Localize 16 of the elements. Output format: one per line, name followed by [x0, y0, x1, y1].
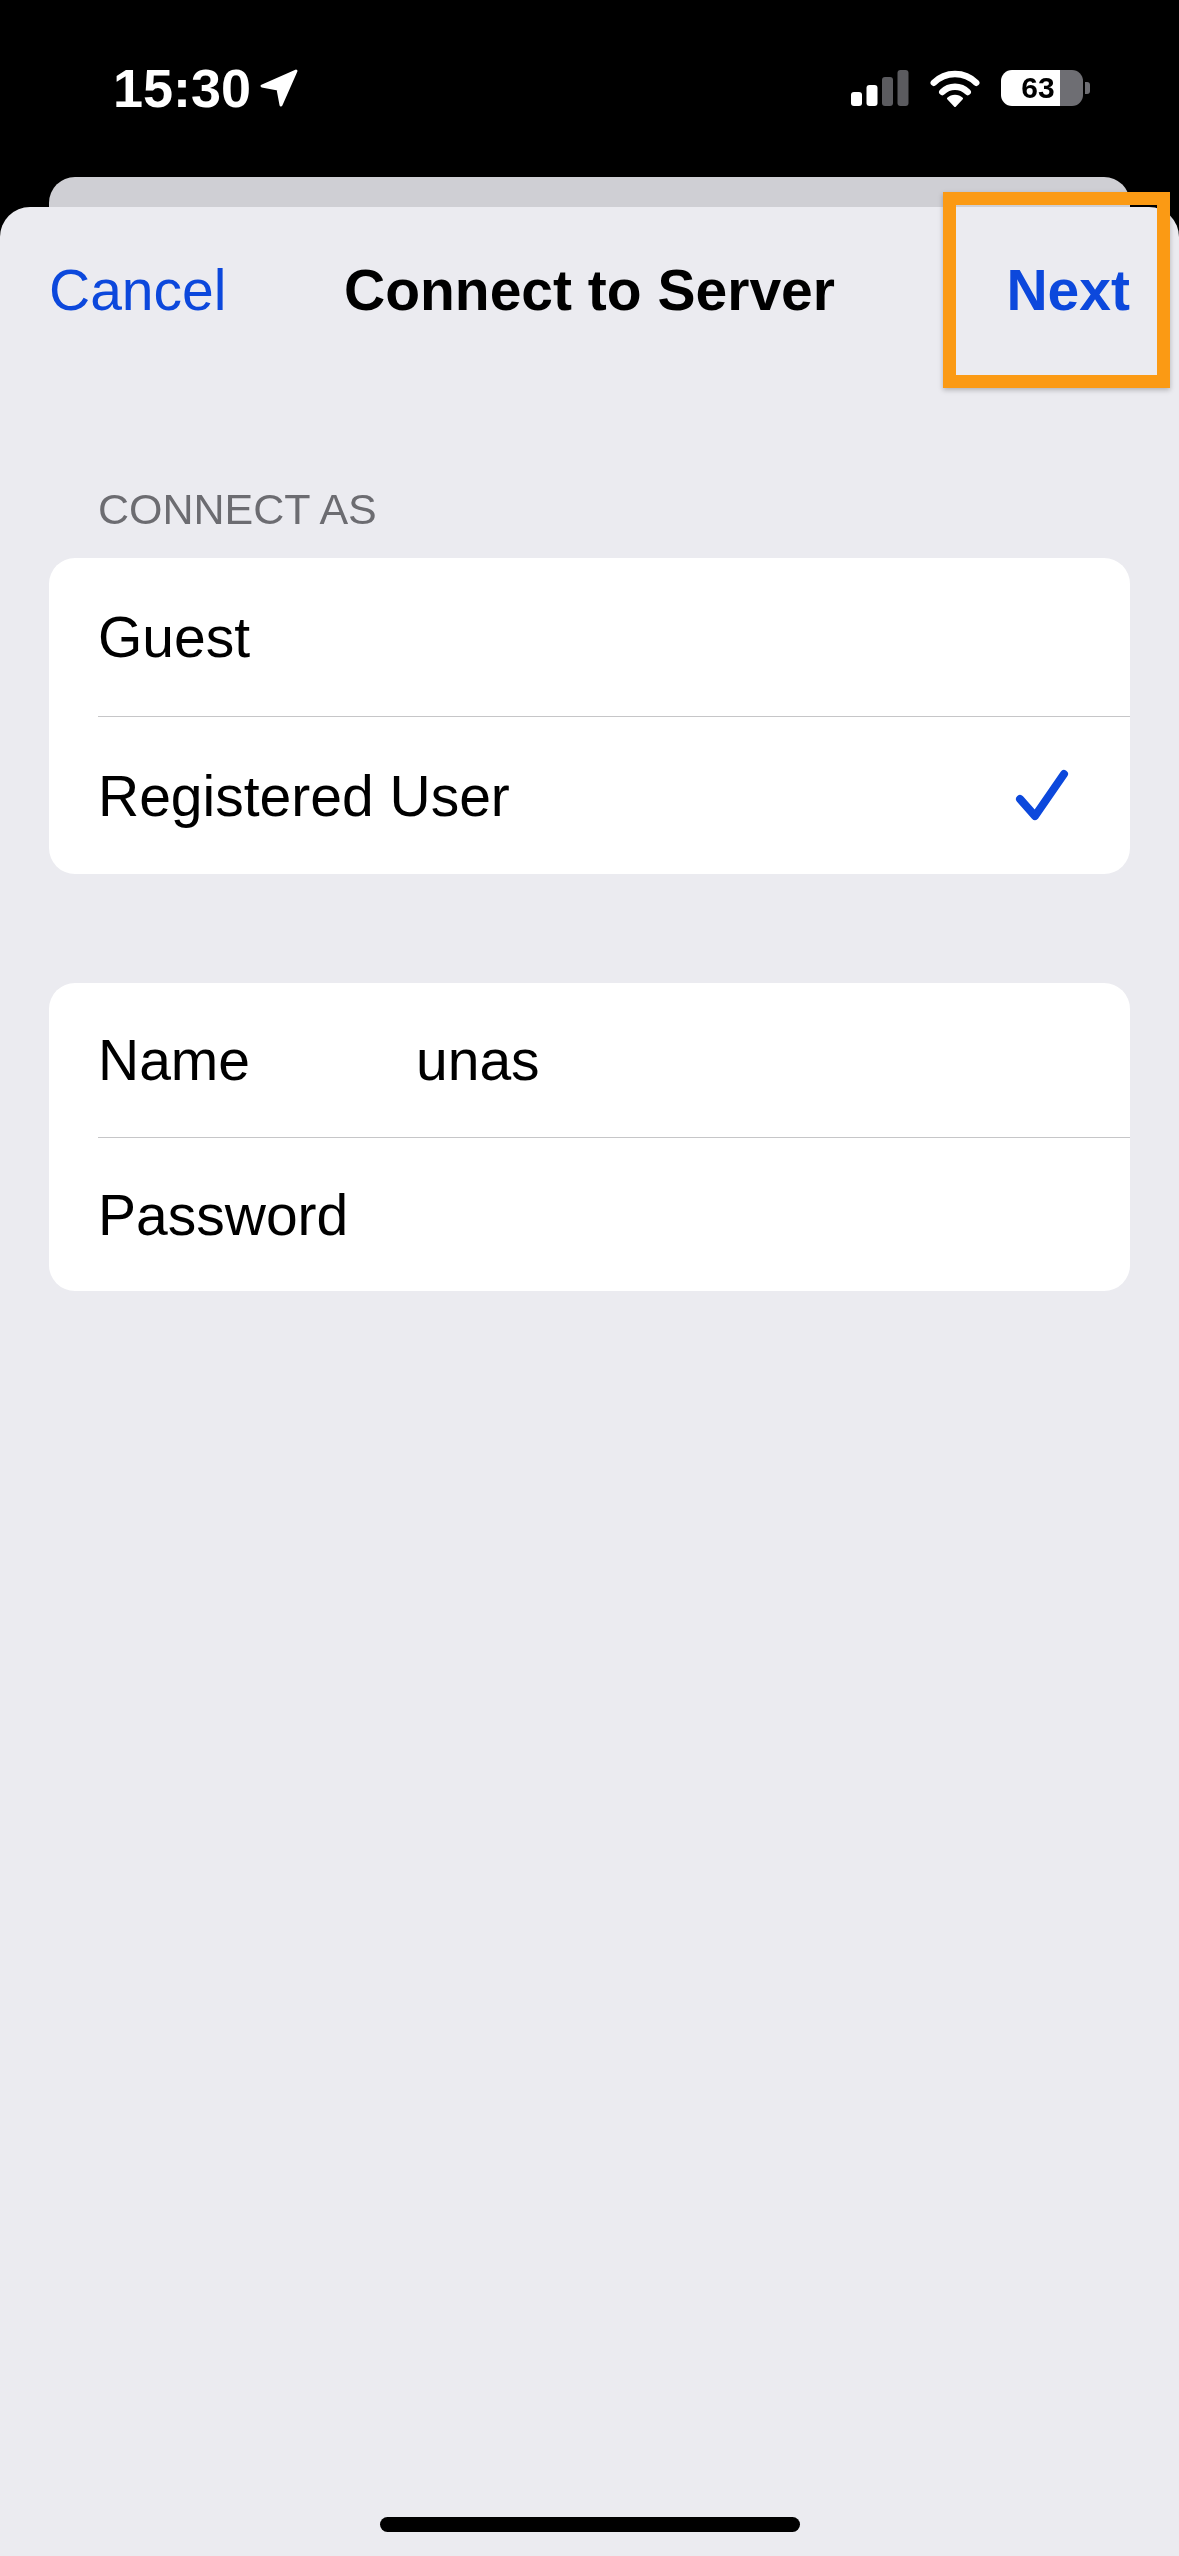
location-arrow-icon: [259, 68, 300, 108]
wifi-icon: [929, 69, 981, 107]
section-heading: CONNECT AS: [98, 484, 377, 534]
cancel-button[interactable]: Cancel: [49, 257, 227, 323]
option-row[interactable]: Registered User: [98, 716, 1130, 874]
text-field[interactable]: unas: [416, 1020, 1090, 1100]
signal-icon: [851, 70, 909, 106]
option-row[interactable]: Guest: [98, 558, 1130, 716]
next-button[interactable]: Next: [1006, 257, 1130, 323]
battery-percentage: 63: [1021, 72, 1055, 104]
battery-tip-icon: [1085, 82, 1090, 94]
status-time: 15:30: [113, 64, 252, 112]
field-label: Password: [98, 1181, 350, 1248]
checkmark-icon: [1014, 769, 1070, 822]
field-label: Name: [98, 1027, 252, 1093]
sheet-title: Connect to Server: [344, 257, 835, 323]
